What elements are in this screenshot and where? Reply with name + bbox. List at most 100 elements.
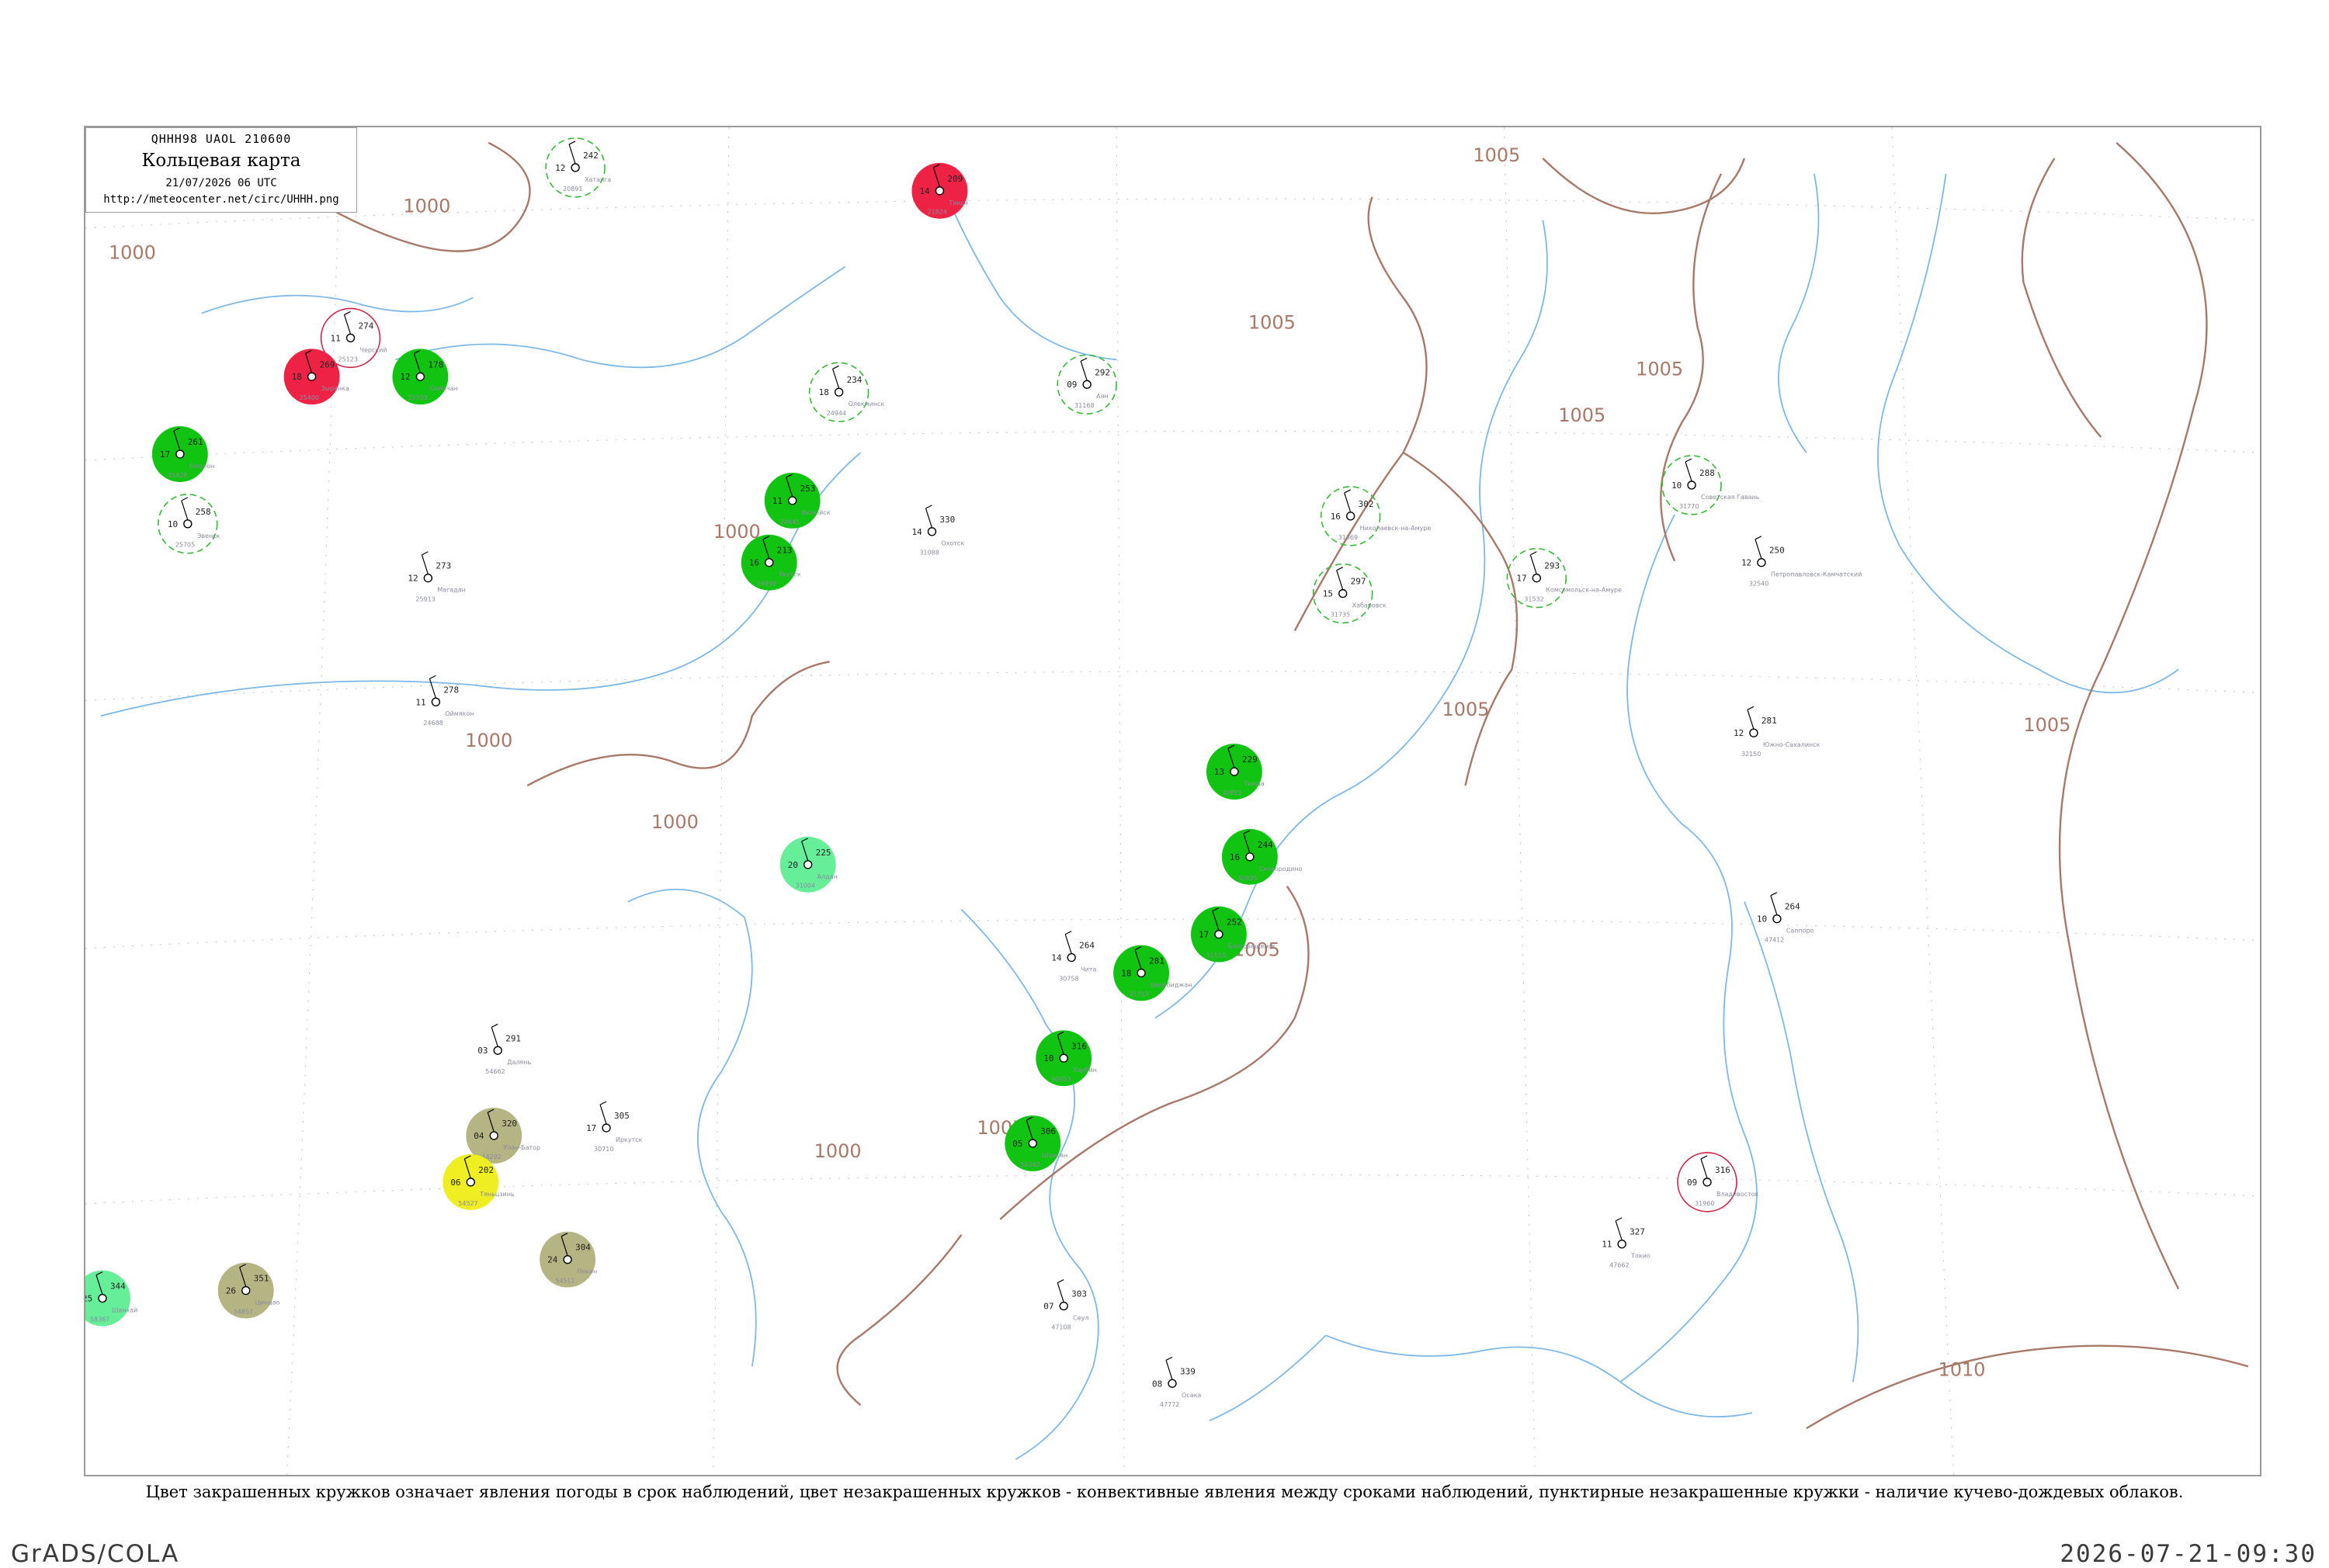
station-id: 32150 bbox=[1741, 751, 1761, 758]
station-plot[interactable]: 316 10 50953Харбин bbox=[1036, 1030, 1097, 1087]
cloud-cover-icon bbox=[415, 372, 425, 381]
station-plot[interactable]: 351 26 54857Циндао bbox=[217, 1262, 280, 1319]
cloud-cover-icon bbox=[788, 496, 797, 505]
station-pressure: 225 bbox=[816, 848, 831, 858]
station-temp: 18 bbox=[292, 372, 302, 382]
station-plot[interactable]: 291 03 54662Далянь bbox=[477, 1023, 531, 1075]
wind-barb-icon bbox=[568, 144, 576, 165]
station-pressure: 261 bbox=[188, 437, 203, 447]
cloud-cover-icon bbox=[1749, 728, 1758, 737]
station-plot[interactable]: 250 12 32540Петропавловск-Камчатский bbox=[1741, 536, 1862, 588]
station-id: 47772 bbox=[1160, 1401, 1179, 1408]
station-plot[interactable]: 281 18 31713Биробиджан bbox=[1113, 945, 1192, 1001]
station-plot[interactable]: 288 10 31770Советская Гавань bbox=[1661, 455, 1760, 515]
station-id: 31735 bbox=[1331, 612, 1350, 619]
station-plot[interactable]: 330 14 31088Охотск bbox=[911, 505, 964, 557]
station-plot[interactable]: 202 06 54527Тяньцзинь bbox=[443, 1153, 515, 1210]
station-name: Петропавловск-Камчатский bbox=[1771, 571, 1862, 578]
wind-feather-icon bbox=[1700, 1155, 1708, 1160]
cloud-cover-icon bbox=[1214, 929, 1224, 939]
station-pressure: 242 bbox=[583, 151, 599, 161]
station-plot[interactable]: 244 16 30935Сковородино bbox=[1221, 828, 1303, 885]
station-id: 24944 bbox=[827, 410, 846, 417]
station-id: 25400 bbox=[300, 394, 319, 401]
station-id: 31510 bbox=[1206, 952, 1226, 959]
station-pressure: 316 bbox=[1071, 1041, 1087, 1051]
wind-feather-icon bbox=[1336, 567, 1343, 571]
station-plot[interactable]: 264 14 30758Чита bbox=[1051, 931, 1096, 983]
station-temp: 14 bbox=[919, 186, 930, 196]
station-pressure: 253 bbox=[800, 484, 816, 494]
station-name: Улан-Батор bbox=[503, 1144, 540, 1151]
station-id: 25705 bbox=[175, 542, 195, 549]
station-plot[interactable]: 234 18 24944Олекминск bbox=[808, 362, 885, 422]
graticule bbox=[85, 127, 2260, 1475]
wind-feather-icon bbox=[1770, 892, 1778, 897]
station-plot[interactable]: 258 10 25705Эвенск bbox=[158, 494, 220, 554]
station-id: 25428 bbox=[168, 472, 187, 479]
station-id: 47412 bbox=[1765, 937, 1784, 944]
cloud-cover-icon bbox=[1028, 1139, 1037, 1148]
station-plot[interactable]: 281 12 32150Южно-Сахалинск bbox=[1734, 706, 1821, 758]
station-plot[interactable]: 303 07 47108Сеул bbox=[1043, 1279, 1088, 1331]
cloud-cover-icon bbox=[935, 186, 945, 196]
station-temp: 26 bbox=[226, 1286, 236, 1296]
station-plot[interactable]: 292 09 31168Аян bbox=[1057, 354, 1117, 415]
station-pressure: 288 bbox=[1699, 468, 1715, 478]
cloud-cover-icon bbox=[1338, 588, 1348, 598]
isobars bbox=[116, 141, 2249, 1430]
station-pressure: 306 bbox=[1040, 1126, 1056, 1136]
station-plot[interactable]: 213 16 24959Якутск bbox=[741, 534, 801, 591]
station-pressure: 269 bbox=[320, 359, 335, 369]
station-name: Токио bbox=[1630, 1253, 1650, 1260]
station-plot[interactable]: 225 20 31004Алдан bbox=[779, 836, 838, 893]
station-plot[interactable]: 297 15 31735Хабаровск bbox=[1312, 563, 1387, 624]
station-plot[interactable]: 304 24 54511Пекин bbox=[540, 1231, 597, 1288]
wind-feather-icon bbox=[491, 1023, 498, 1028]
station-plot[interactable]: 261 17 25428Омолон bbox=[151, 426, 214, 482]
station-pressure: 330 bbox=[939, 515, 955, 525]
station-plot[interactable]: 293 17 31532Комсомольск-на-Амуре bbox=[1506, 547, 1622, 609]
stations-layer: 2741125123Черский2691825400Зырянка178122… bbox=[85, 137, 1862, 1408]
station-pressure: 327 bbox=[1630, 1227, 1645, 1237]
station-temp: 03 bbox=[477, 1046, 488, 1056]
station-plot[interactable]: 316 09 31960Владивосток bbox=[1677, 1152, 1759, 1212]
station-id: 24641 bbox=[780, 519, 800, 526]
station-plot[interactable]: 229 13 30823Тында bbox=[1206, 744, 1265, 800]
station-plot[interactable]: 273 12 25913Магадан bbox=[408, 551, 466, 603]
wind-barb-icon bbox=[1685, 461, 1692, 482]
station-name: Тяньцзинь bbox=[479, 1191, 515, 1198]
cloud-cover-icon bbox=[927, 527, 937, 536]
station-id: 54511 bbox=[555, 1278, 574, 1285]
station-id: 31770 bbox=[1679, 503, 1699, 510]
station-plot[interactable]: 253 11 24641Вилюйск bbox=[764, 472, 831, 529]
station-temp: 10 bbox=[1671, 480, 1682, 491]
station-plot[interactable]: 178 12 25703Сеймчан bbox=[392, 349, 458, 405]
station-name: Комсомольск-на-Амуре bbox=[1546, 587, 1622, 594]
station-temp: 06 bbox=[450, 1178, 460, 1188]
station-plot[interactable]: 305 17 30710Иркутск bbox=[586, 1101, 643, 1153]
station-temp: 18 bbox=[1121, 968, 1131, 978]
station-plot[interactable]: 327 11 47662Токио bbox=[1602, 1217, 1650, 1269]
wind-feather-icon bbox=[1530, 551, 1537, 556]
station-plot[interactable]: 264 10 47412Саппоро bbox=[1757, 892, 1814, 944]
station-plot[interactable]: 209 14 21824Тикси bbox=[911, 162, 968, 219]
isobar-label: 1005 bbox=[1248, 311, 1296, 333]
station-plot[interactable]: 302 16 31369Николаевск-на-Амуре bbox=[1320, 486, 1432, 546]
station-plot[interactable]: 306 05 54342Шэньян bbox=[1005, 1115, 1067, 1171]
cloud-cover-icon bbox=[423, 573, 433, 583]
station-plot[interactable]: 242 12 20891Хатанга bbox=[545, 137, 611, 198]
station-name: Зырянка bbox=[321, 385, 349, 392]
station-pressure: 252 bbox=[1227, 918, 1242, 928]
station-plot[interactable]: 344 25 58367Шанхай bbox=[85, 1270, 137, 1327]
station-id: 21824 bbox=[927, 209, 946, 216]
wind-barb-icon bbox=[1165, 1360, 1173, 1380]
cloud-cover-icon bbox=[345, 333, 356, 343]
station-name: Биробиджан bbox=[1151, 981, 1192, 988]
station-id: 31369 bbox=[1338, 534, 1358, 541]
isobar-label: 1000 bbox=[109, 242, 156, 264]
source-url[interactable]: http://meteocenter.net/circ/UHHH.png bbox=[86, 193, 356, 206]
footer-software: GrADS/COLA bbox=[11, 1540, 180, 1568]
station-name: Тында bbox=[1243, 780, 1265, 787]
station-plot[interactable]: 339 08 47772Осака bbox=[1152, 1356, 1201, 1408]
